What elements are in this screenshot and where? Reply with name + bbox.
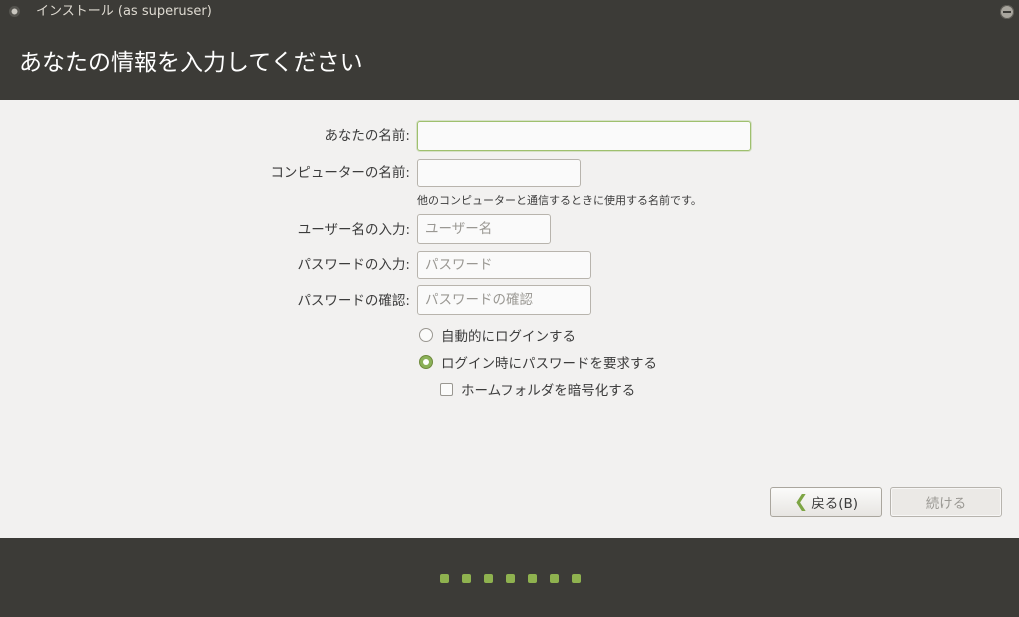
username-label: ユーザー名の入力: (297, 222, 410, 238)
computer-name-hint: 他のコンピューターと通信するときに使用する名前です。 (417, 194, 702, 207)
progress-dot (528, 574, 537, 583)
auto-login-radio[interactable] (419, 328, 433, 342)
encrypt-home-option[interactable]: ホームフォルダを暗号化する (440, 379, 635, 399)
name-input[interactable] (417, 121, 751, 151)
window-title: インストール (as superuser) (36, 4, 212, 19)
back-button-label: 戻る(B) (811, 496, 859, 512)
page-header: あなたの情報を入力してください (0, 24, 1019, 100)
confirm-password-label: パスワードの確認: (297, 293, 410, 309)
progress-dot (462, 574, 471, 583)
require-password-label: ログイン時にパスワードを要求する (441, 356, 657, 372)
computer-name-input[interactable] (417, 159, 581, 187)
progress-dot (572, 574, 581, 583)
require-password-option[interactable]: ログイン時にパスワードを要求する (419, 352, 657, 372)
progress-dots (440, 574, 594, 583)
require-password-radio[interactable] (419, 355, 433, 369)
title-bar: インストール (as superuser) (0, 0, 1019, 24)
progress-dot (440, 574, 449, 583)
computer-name-label: コンピューターの名前: (270, 165, 410, 181)
window-menu-icon[interactable] (9, 6, 20, 17)
continue-button[interactable]: 続ける (890, 487, 1002, 517)
password-input[interactable] (417, 251, 591, 279)
progress-dot (550, 574, 559, 583)
auto-login-option[interactable]: 自動的にログインする (419, 325, 576, 345)
username-input[interactable] (417, 214, 551, 244)
confirm-password-input[interactable] (417, 285, 591, 315)
back-button[interactable]: ❮ 戻る(B) (770, 487, 882, 517)
name-label: あなたの名前: (324, 128, 410, 144)
encrypt-home-checkbox[interactable] (440, 382, 453, 396)
minimize-icon[interactable] (1000, 5, 1014, 19)
chevron-left-icon: ❮ (793, 491, 809, 512)
progress-dot (506, 574, 515, 583)
password-label: パスワードの入力: (297, 257, 410, 273)
continue-button-label: 続ける (925, 496, 967, 512)
auto-login-label: 自動的にログインする (441, 329, 576, 345)
page-title: あなたの情報を入力してください (19, 50, 363, 76)
progress-dot (484, 574, 493, 583)
encrypt-home-label: ホームフォルダを暗号化する (461, 383, 636, 399)
